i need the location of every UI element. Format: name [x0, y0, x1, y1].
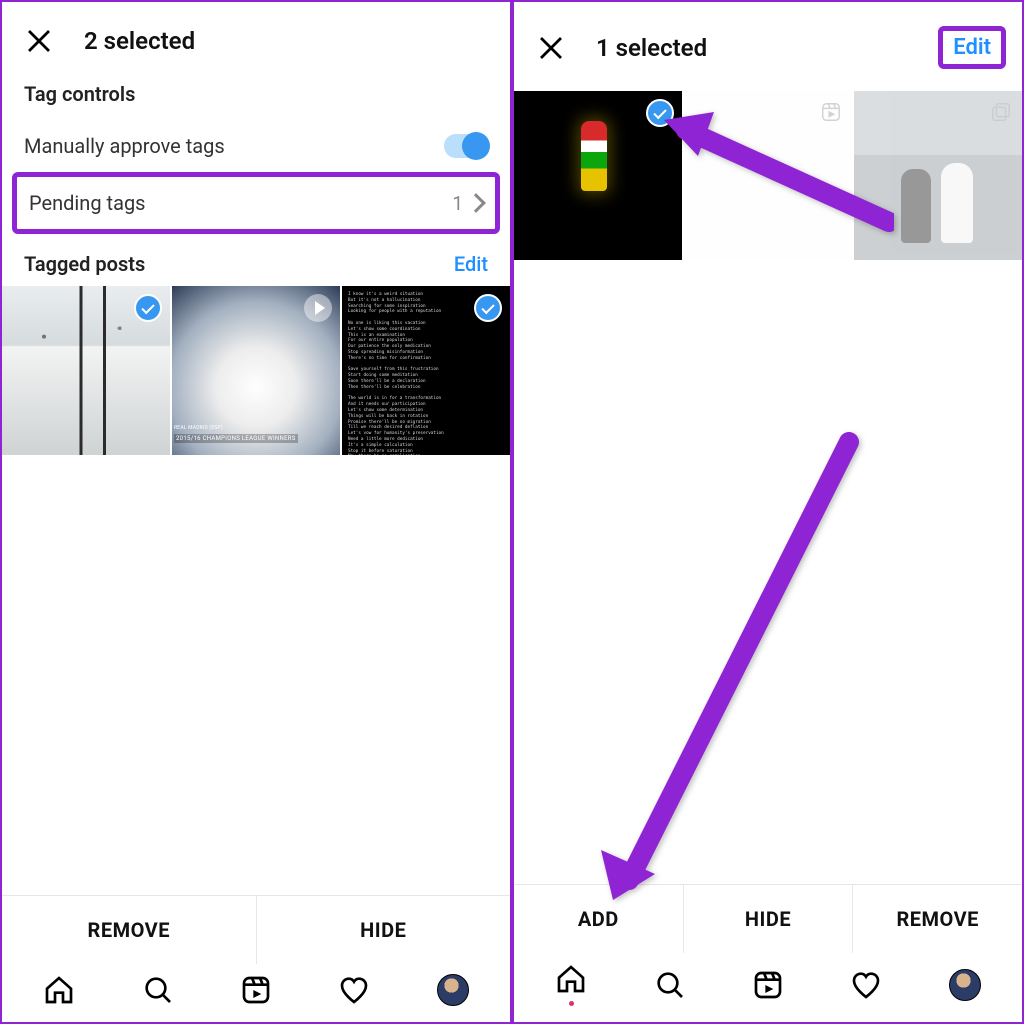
- remove-button[interactable]: REMOVE: [853, 885, 1022, 953]
- header-title: 2 selected: [84, 27, 195, 55]
- action-bar: REMOVE HIDE: [2, 895, 510, 964]
- close-icon[interactable]: [24, 26, 54, 56]
- thumb-snow-street[interactable]: [2, 286, 170, 455]
- add-button[interactable]: ADD: [514, 885, 684, 953]
- home-tab[interactable]: [555, 963, 587, 1006]
- search-icon[interactable]: [142, 974, 174, 1006]
- edit-button[interactable]: Edit: [953, 35, 991, 60]
- tag-controls-label: Tag controls: [2, 76, 510, 120]
- hide-button[interactable]: HIDE: [684, 885, 854, 953]
- search-icon[interactable]: [654, 969, 686, 1001]
- multi-post-icon: [990, 101, 1012, 123]
- pending-tags-label: Pending tags: [29, 191, 452, 215]
- tagged-posts-header: Tagged posts Edit: [2, 234, 510, 286]
- tagged-posts-label: Tagged posts: [24, 252, 454, 276]
- photo-grid: [514, 91, 1022, 260]
- home-icon: [555, 963, 587, 995]
- edit-highlight: Edit: [938, 26, 1006, 69]
- bottom-nav: [2, 964, 510, 1022]
- activity-icon[interactable]: [850, 969, 882, 1001]
- profile-avatar[interactable]: [437, 974, 469, 1006]
- selected-check-icon: [646, 99, 674, 127]
- play-icon: [304, 294, 332, 322]
- notification-dot-icon: [569, 1001, 574, 1006]
- home-icon[interactable]: [43, 974, 75, 1006]
- thumb-couple-bridge[interactable]: [854, 91, 1022, 260]
- activity-icon[interactable]: [338, 974, 370, 1006]
- manually-approve-toggle[interactable]: [444, 134, 488, 158]
- bottom-nav: [514, 953, 1022, 1022]
- profile-avatar[interactable]: [949, 969, 981, 1001]
- thumb-smoke-stadium[interactable]: [172, 286, 340, 455]
- manually-approve-label: Manually approve tags: [24, 134, 444, 158]
- thumb-blank-reel[interactable]: [684, 91, 852, 260]
- pending-tags-count: 1: [452, 192, 463, 215]
- remove-button[interactable]: REMOVE: [2, 896, 257, 964]
- selected-check-icon: [474, 294, 502, 322]
- left-screenshot: 2 selected Tag controls Manually approve…: [0, 0, 512, 1024]
- header-title: 1 selected: [596, 34, 707, 62]
- pending-tags-row[interactable]: Pending tags 1: [17, 177, 495, 229]
- header: 1 selected Edit: [514, 2, 1022, 89]
- reels-icon[interactable]: [752, 969, 784, 1001]
- thumb-night-figure[interactable]: [514, 91, 682, 260]
- thumb-poem-text[interactable]: I know it's a weird situation But it's n…: [342, 286, 510, 455]
- hide-button[interactable]: HIDE: [257, 896, 511, 964]
- header: 2 selected: [2, 2, 510, 76]
- right-screenshot: 1 selected Edit ADD HIDE REMOVE: [512, 0, 1024, 1024]
- reels-icon: [820, 101, 842, 123]
- chevron-right-icon: [466, 193, 486, 213]
- close-icon[interactable]: [536, 33, 566, 63]
- selected-check-icon: [134, 294, 162, 322]
- reels-icon[interactable]: [240, 974, 272, 1006]
- tagged-posts-grid: I know it's a weird situation But it's n…: [2, 286, 510, 455]
- pending-tags-highlight: Pending tags 1: [12, 172, 500, 234]
- manually-approve-row[interactable]: Manually approve tags: [2, 120, 510, 172]
- tagged-posts-edit-link[interactable]: Edit: [454, 252, 488, 276]
- action-bar: ADD HIDE REMOVE: [514, 884, 1022, 953]
